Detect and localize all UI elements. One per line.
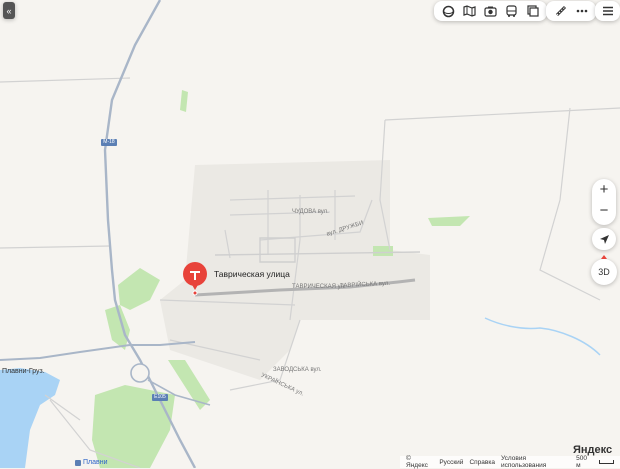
- 3d-label: 3D: [598, 267, 610, 277]
- highway-label-m18: М-18: [103, 139, 115, 145]
- more-icon: [576, 9, 587, 13]
- terms-link[interactable]: Условия использования: [501, 455, 570, 469]
- zoom-controls: + −: [592, 179, 616, 225]
- menu-toolbar: [595, 1, 620, 21]
- pin-label[interactable]: Таврическая улица: [214, 269, 290, 279]
- street-label-tavricheskaya: ТАВРИЧЕСКАЯ ул.: [292, 284, 346, 290]
- menu-icon: [602, 6, 613, 16]
- bus-icon: [506, 5, 517, 17]
- panorama-button[interactable]: [522, 1, 543, 21]
- ruler-button[interactable]: [550, 1, 571, 21]
- camera-icon: [484, 6, 497, 17]
- roundabout: [130, 363, 150, 383]
- language-selector[interactable]: Русский: [439, 459, 463, 466]
- compass-north-icon: [601, 255, 607, 259]
- more-button[interactable]: [571, 1, 592, 21]
- map-type-button[interactable]: [459, 1, 480, 21]
- ruler-icon: [555, 5, 566, 17]
- 3d-button[interactable]: 3D: [591, 259, 617, 285]
- street-label-zavodska: ЗАВОДСЬКА вул.: [273, 367, 322, 373]
- zoom-in-button[interactable]: +: [592, 179, 616, 201]
- transport-button[interactable]: [501, 1, 522, 21]
- location-pin[interactable]: [182, 262, 208, 296]
- layers-icon: [442, 5, 455, 17]
- camera-button[interactable]: [480, 1, 501, 21]
- map-footer: © Яндекс Русский Справка Условия использ…: [400, 455, 620, 469]
- geolocation-button[interactable]: [592, 228, 616, 250]
- map-canvas[interactable]: [0, 0, 620, 468]
- scale-label: 500 м: [576, 455, 588, 469]
- street-label-chudova: ЧУДОВА вул.: [292, 209, 329, 215]
- map-toolbar: [434, 1, 547, 21]
- collapse-icon: «: [6, 5, 12, 16]
- place-label-plavni: Плавни: [83, 459, 108, 466]
- layers-button[interactable]: [438, 1, 459, 21]
- collapse-panel-button[interactable]: «: [3, 2, 15, 19]
- menu-button[interactable]: [597, 1, 618, 21]
- place-label-plavni-gruz: Плавни-Груз.: [2, 368, 45, 375]
- scale-bar: [598, 460, 614, 464]
- panorama-icon: [526, 5, 539, 17]
- yandex-copyright[interactable]: © Яндекс: [406, 455, 433, 469]
- map-tools-toolbar: [546, 1, 596, 21]
- highway-label-e105: Е105: [154, 394, 166, 400]
- zoom-out-button[interactable]: −: [592, 201, 616, 223]
- navigation-arrow-icon: [599, 234, 609, 244]
- help-link[interactable]: Справка: [469, 459, 495, 466]
- map-icon: [463, 5, 476, 17]
